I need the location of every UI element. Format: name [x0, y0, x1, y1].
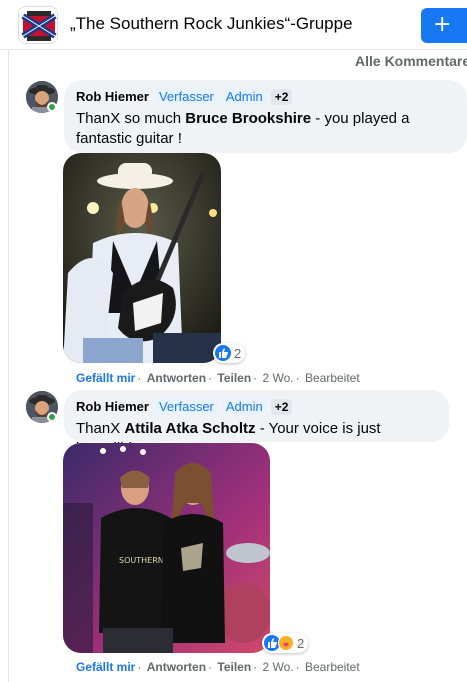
- care-reaction-icon: [278, 635, 294, 651]
- author-badge-admin[interactable]: Admin: [221, 398, 267, 415]
- comment-actions: Gefällt mir · Antworten · Teilen · 2 Wo. · B…: [76, 660, 360, 674]
- reply-button[interactable]: Antworten: [147, 371, 206, 385]
- online-status-indicator: [47, 102, 57, 112]
- reaction-summary[interactable]: 2: [262, 633, 309, 653]
- svg-text:SOUTHERN: SOUTHERN: [119, 556, 164, 565]
- reaction-count: 2: [234, 345, 242, 361]
- comment-text-prefix: ThanX so much: [76, 110, 182, 127]
- online-status-indicator: [47, 412, 57, 422]
- group-header: „The Southern Rock Junkies“-Gruppe +: [0, 0, 467, 50]
- reaction-count: 2: [297, 635, 305, 651]
- like-button[interactable]: Gefällt mir: [76, 660, 135, 674]
- comment-photo[interactable]: [63, 153, 221, 363]
- comment-photo[interactable]: SOUTHERN: [63, 443, 270, 653]
- comment-sort-dropdown[interactable]: Alle Kommentare: [355, 53, 467, 69]
- mention-link[interactable]: Bruce Brookshire: [185, 110, 311, 127]
- plus-icon: +: [433, 12, 452, 37]
- join-button[interactable]: +: [421, 8, 467, 43]
- edited-label: Bearbeitet: [304, 660, 360, 674]
- more-badges[interactable]: +2: [270, 398, 293, 415]
- thread-rail: [8, 50, 9, 682]
- comment-text: ThanX so much Bruce Brookshire - you pla…: [76, 109, 455, 149]
- mention-link[interactable]: Attila Atka Scholtz: [124, 420, 255, 437]
- share-button[interactable]: Teilen: [217, 660, 251, 674]
- group-title[interactable]: „The Southern Rock Junkies“-Gruppe: [70, 14, 353, 34]
- author-badge-verfasser[interactable]: Verfasser: [154, 88, 218, 105]
- comment-bubble: Rob Hiemer Verfasser Admin +2 ThanX Atti…: [64, 390, 449, 457]
- share-button[interactable]: Teilen: [217, 371, 251, 385]
- reaction-summary[interactable]: 2: [213, 343, 246, 363]
- author-badge-verfasser[interactable]: Verfasser: [154, 398, 218, 415]
- comment-text-prefix: ThanX: [76, 420, 121, 437]
- author-badge-admin[interactable]: Admin: [221, 88, 267, 105]
- group-avatar[interactable]: [18, 6, 58, 44]
- like-reaction-icon: [215, 345, 231, 361]
- more-badges[interactable]: +2: [270, 88, 293, 105]
- like-button[interactable]: Gefällt mir: [76, 371, 135, 385]
- comment-timestamp[interactable]: 2 Wo.: [263, 660, 294, 674]
- reply-button[interactable]: Antworten: [147, 660, 206, 674]
- edited-label: Bearbeitet: [304, 371, 360, 385]
- comment-actions: Gefällt mir · Antworten · Teilen · 2 Wo. · B…: [76, 371, 360, 385]
- comment-author[interactable]: Rob Hiemer: [76, 399, 149, 414]
- comment-timestamp[interactable]: 2 Wo.: [263, 371, 294, 385]
- comment-author[interactable]: Rob Hiemer: [76, 89, 149, 104]
- comment-bubble: Rob Hiemer Verfasser Admin +2 ThanX so m…: [64, 80, 467, 153]
